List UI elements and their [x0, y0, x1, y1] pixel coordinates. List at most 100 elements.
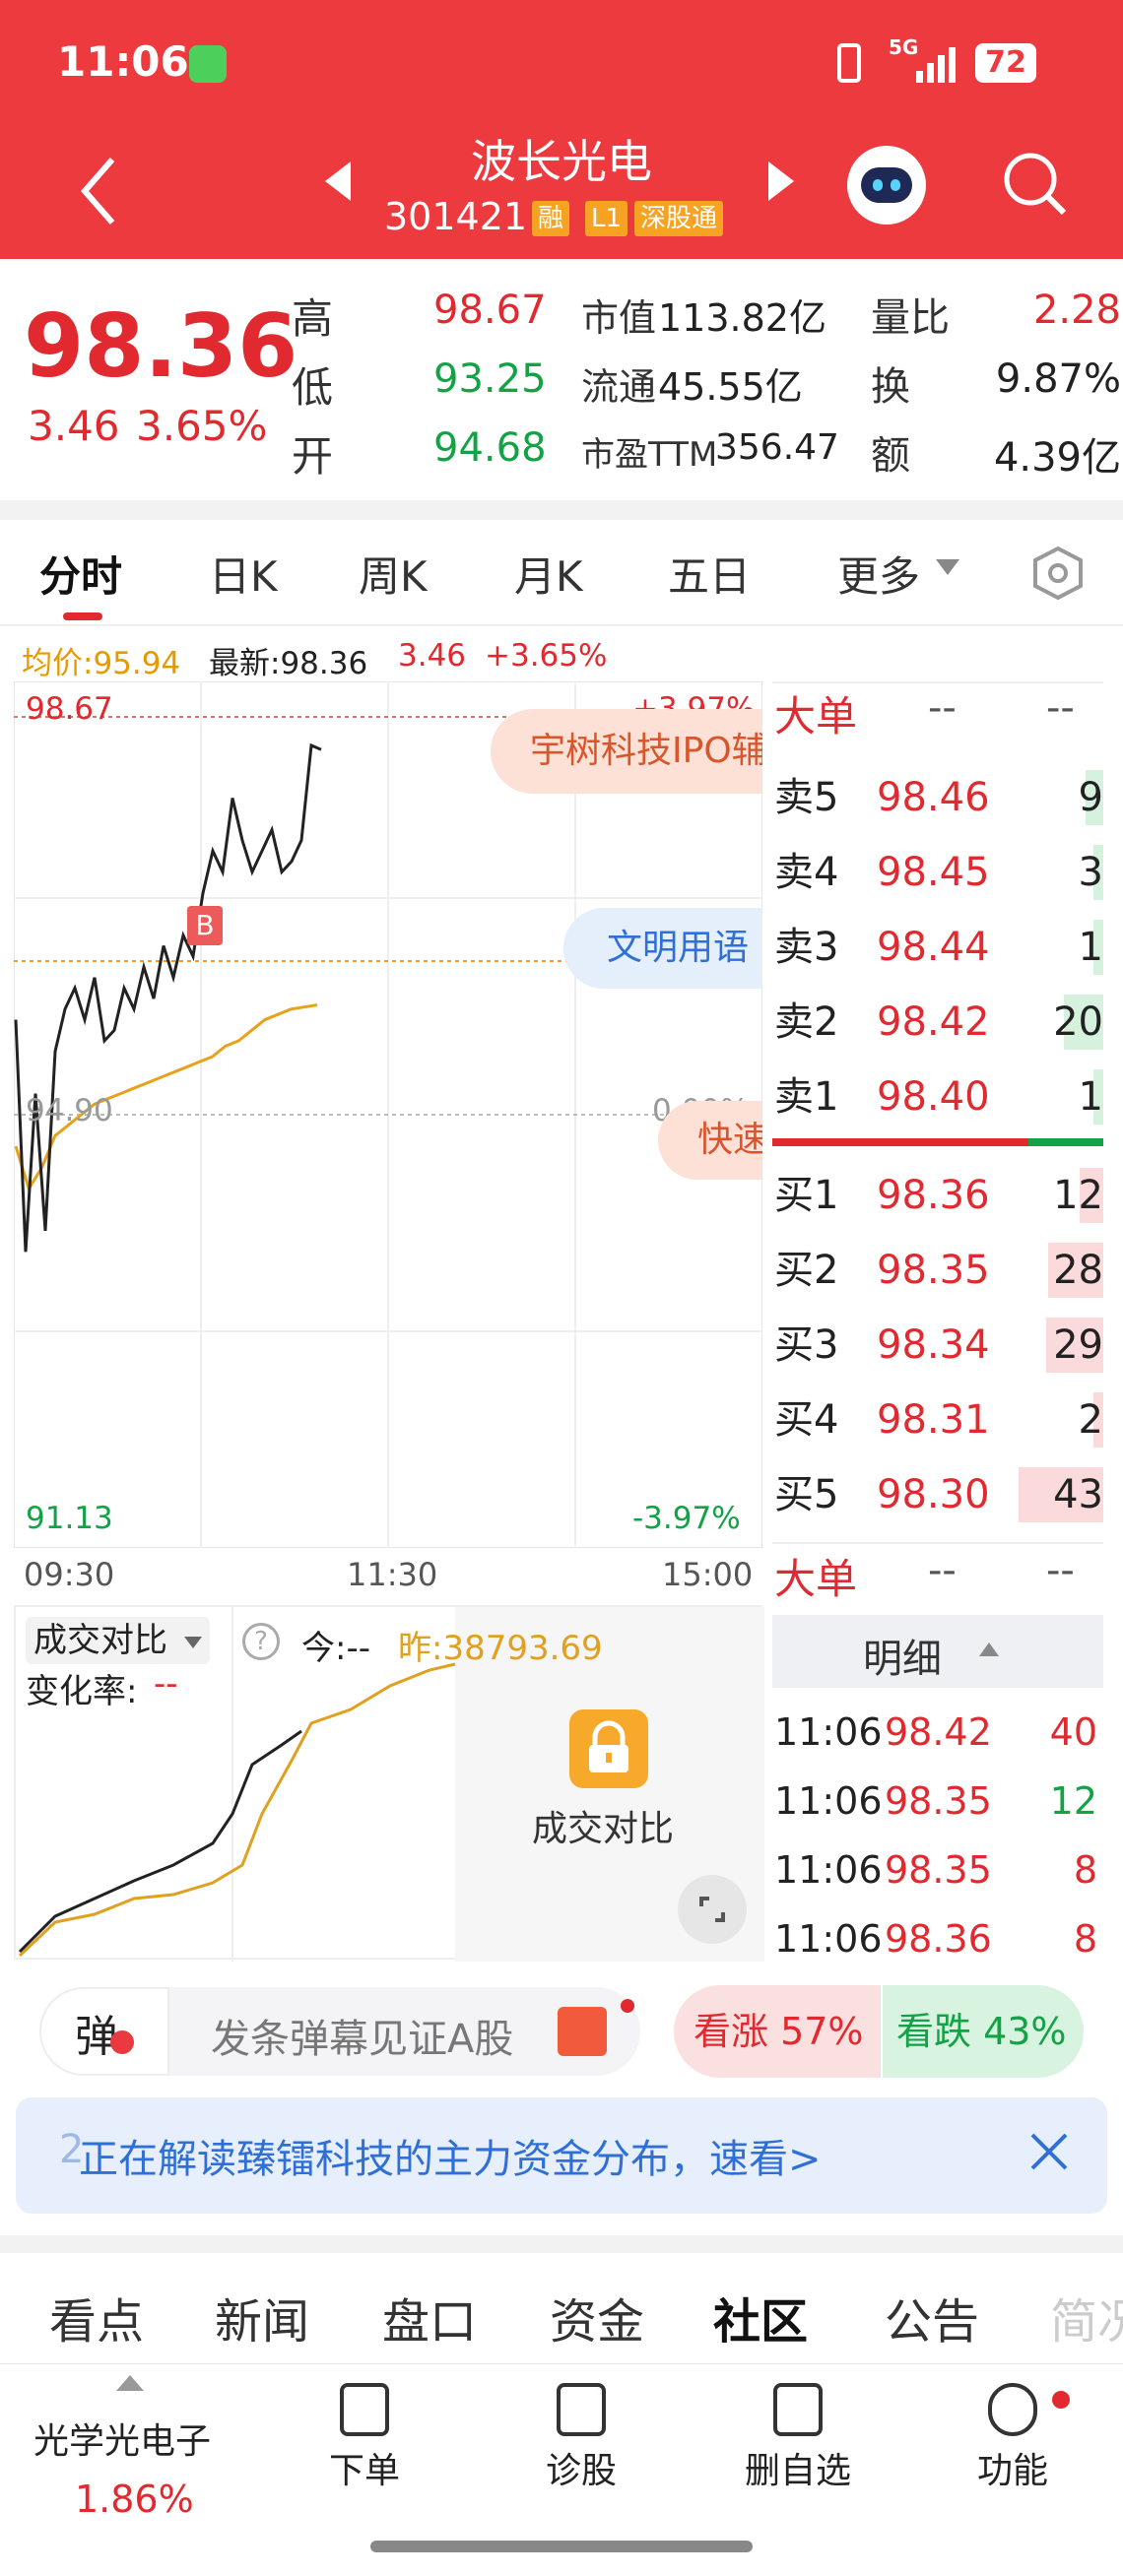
diagnose-button[interactable]: 诊股: [532, 2383, 630, 2493]
bid-level-label: 买4: [774, 1397, 839, 1443]
compare-dropdown[interactable]: 成交对比: [26, 1617, 210, 1664]
lock-icon[interactable]: [569, 1709, 648, 1788]
divider: [772, 1542, 1103, 1544]
tab-funds[interactable]: 资金: [550, 2283, 644, 2351]
ask-price: 98.45: [877, 850, 990, 895]
ask-level-label: 卖1: [774, 1074, 839, 1120]
detail-header[interactable]: 明细: [772, 1615, 1103, 1688]
detail-row: 11:06 98.36 8: [774, 1904, 1103, 1973]
bearish-vote-button[interactable]: 看跌 43%: [883, 1985, 1084, 2078]
ask-row[interactable]: 卖3 98.44 1: [774, 910, 1103, 985]
ask-row[interactable]: 卖1 98.40 1: [774, 1060, 1103, 1134]
next-stock-icon[interactable]: [768, 161, 794, 201]
pe-value: 356.47: [715, 427, 839, 468]
ask-price: 98.46: [877, 775, 990, 820]
sector-pct: 1.86%: [75, 2478, 194, 2521]
tab-order-book[interactable]: 盘口: [382, 2283, 477, 2351]
ask-price: 98.42: [877, 999, 990, 1045]
functions-label: 功能: [976, 2451, 1048, 2491]
vibrate-icon: [837, 43, 861, 83]
gift-icon[interactable]: [558, 2007, 607, 2056]
bid-price: 98.31: [877, 1397, 990, 1443]
tab-day-k[interactable]: 日K: [209, 544, 278, 604]
turnover-value: 9.87%: [995, 356, 1121, 402]
stock-name: 波长光电: [471, 135, 652, 188]
bid-row[interactable]: 买4 98.31 2: [774, 1383, 1103, 1457]
float-value: 45.55亿: [658, 365, 803, 409]
search-icon[interactable]: [1001, 150, 1070, 219]
tab-more[interactable]: 更多: [837, 544, 920, 604]
quick-pill[interactable]: 快速: [658, 1101, 762, 1180]
detail-time: 11:06: [774, 1848, 883, 1892]
low-value: 93.25: [433, 356, 547, 402]
amount-value: 4.39亿: [993, 435, 1121, 481]
detail-big-order-sell: --: [1046, 1548, 1075, 1593]
tab-news[interactable]: 新闻: [215, 2283, 309, 2351]
tab-intraday[interactable]: 分时: [39, 544, 122, 604]
back-arrow-icon[interactable]: [77, 156, 122, 225]
status-bar: 11:06 5G 72: [0, 0, 1123, 126]
tab-five-day[interactable]: 五日: [668, 544, 751, 604]
prev-stock-icon[interactable]: [325, 161, 351, 201]
ask-volume: 9: [1078, 775, 1103, 820]
expand-icon[interactable]: [678, 1875, 747, 1944]
tag-margin: 融: [532, 201, 570, 236]
ask-row[interactable]: 卖2 98.42 20: [774, 985, 1103, 1060]
ask-row[interactable]: 卖4 98.45 3: [774, 835, 1103, 910]
latest-change-pct: +3.65%: [485, 638, 608, 674]
detail-big-order-buy: --: [928, 1548, 957, 1593]
order-button[interactable]: 下单: [315, 2383, 414, 2493]
change-rate-value: --: [154, 1664, 178, 1704]
tab-announcements[interactable]: 公告: [885, 2283, 979, 2351]
price-chart-svg[interactable]: [13, 680, 763, 1549]
bid-price: 98.30: [877, 1472, 990, 1517]
tab-month-k[interactable]: 月K: [514, 544, 583, 604]
bid-level-label: 买3: [774, 1322, 839, 1368]
x-tick-open: 09:30: [24, 1556, 115, 1593]
sort-up-icon: [979, 1642, 999, 1656]
intraday-chart[interactable]: [13, 680, 763, 1549]
tab-week-k[interactable]: 周K: [359, 544, 428, 604]
civil-language-pill[interactable]: 文明用语: [563, 908, 762, 989]
close-icon[interactable]: [1024, 2127, 1074, 2176]
detail-volume: 12: [1049, 1779, 1097, 1823]
remove-watchlist-button[interactable]: 删自选: [729, 2383, 867, 2493]
robot-assistant-icon[interactable]: [847, 146, 926, 225]
tag-connect: 深股通: [634, 201, 724, 236]
bid-row[interactable]: 买5 98.30 43: [774, 1457, 1103, 1532]
bid-level-label: 买2: [774, 1248, 839, 1293]
buy-marker[interactable]: B: [187, 906, 223, 945]
settings-hex-icon[interactable]: [1030, 546, 1086, 601]
tab-profile[interactable]: 简况: [1050, 2283, 1123, 2351]
dropdown-arrow-icon: [183, 1636, 202, 1648]
ipo-news-pill[interactable]: 宇树科技IPO辅: [491, 709, 762, 794]
bid-row[interactable]: 买1 98.36 12: [774, 1158, 1103, 1233]
current-price: 98.36: [24, 295, 298, 397]
divider: [0, 500, 1123, 520]
detail-price: 98.35: [885, 1779, 992, 1823]
bid-row[interactable]: 买3 98.34 29: [774, 1308, 1103, 1383]
stock-code: 301421: [384, 195, 528, 238]
open-value: 94.68: [433, 425, 547, 471]
tab-highlights[interactable]: 看点: [49, 2283, 144, 2351]
help-icon[interactable]: ?: [242, 1623, 280, 1660]
divider: [0, 2235, 1123, 2253]
detail-price: 98.35: [885, 1848, 992, 1892]
ai-banner[interactable]: 2 正在解读臻镭科技的主力资金分布，速看>: [16, 2097, 1107, 2214]
signal-icon: [916, 45, 959, 83]
expand-up-icon[interactable]: [116, 2375, 144, 2391]
ask-row[interactable]: 卖5 98.46 9: [774, 760, 1103, 835]
danmu-input[interactable]: 弹 发条弹幕见证A股: [39, 1987, 640, 2076]
mktcap-value: 113.82亿: [658, 296, 826, 340]
change-rate-label: 变化率:: [26, 1672, 138, 1711]
bullish-vote-button[interactable]: 看涨 57%: [674, 1985, 881, 2078]
tab-community[interactable]: 社区: [713, 2283, 808, 2351]
compare-title: 成交对比: [33, 1621, 167, 1660]
ask-price: 98.40: [877, 1074, 990, 1120]
network-label: 5G: [889, 35, 919, 59]
battery-icon: 72: [975, 43, 1036, 83]
functions-button[interactable]: 功能: [963, 2383, 1062, 2493]
bid-row[interactable]: 买2 98.35 28: [774, 1233, 1103, 1308]
sector-name[interactable]: 光学光电子: [33, 2413, 211, 2464]
detail-volume: 40: [1049, 1710, 1097, 1754]
